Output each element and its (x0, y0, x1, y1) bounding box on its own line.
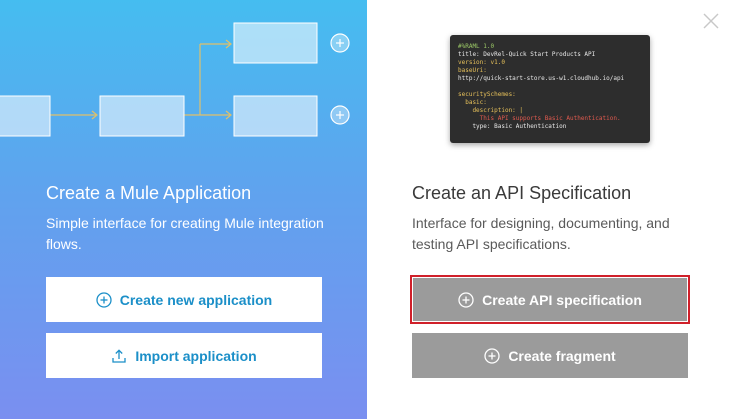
code-line: basic: (458, 99, 487, 106)
code-line: baseUri: (458, 67, 487, 74)
plus-circle-icon (484, 347, 500, 364)
upload-icon (111, 348, 127, 364)
flow-node (233, 22, 318, 64)
mule-panel-description: Simple interface for creating Mule integ… (46, 215, 324, 252)
api-panel-title: Create an API Specification (412, 183, 632, 203)
code-line: version: v1.0 (458, 59, 505, 66)
create-fragment-label: Create fragment (508, 347, 616, 364)
api-panel-description: Interface for designing, documenting, an… (412, 215, 670, 252)
flow-diagram-illustration (0, 22, 350, 137)
create-fragment-button[interactable]: Create fragment (412, 333, 688, 378)
plus-circle-icon (96, 291, 112, 308)
import-application-label: Import application (135, 347, 257, 364)
flow-node (99, 95, 185, 137)
create-new-application-label: Create new application (119, 291, 273, 308)
import-application-button[interactable]: Import application (46, 333, 322, 378)
create-api-specification-label: Create API specification (482, 291, 642, 308)
mule-panel-title: Create a Mule Application (46, 183, 252, 203)
flow-node (233, 95, 318, 137)
code-line: title: DevRel-Quick Start Products API (458, 51, 596, 58)
code-line: description: | (458, 107, 524, 114)
close-icon[interactable] (702, 12, 720, 30)
plus-circle-icon (458, 291, 474, 308)
code-line: #%RAML 1.0 (458, 43, 495, 50)
raml-code-preview: #%RAML 1.0 title: DevRel-Quick Start Prod… (450, 35, 650, 143)
api-specification-panel: #%RAML 1.0 title: DevRel-Quick Start Prod… (367, 0, 730, 419)
code-line: securitySchemes: (458, 91, 516, 98)
mule-application-panel: Create a Mule Application Simple interfa… (0, 0, 367, 419)
add-node-icon (330, 33, 350, 53)
code-line: http://quick-start-store.us-w1.cloudhub.… (458, 75, 625, 82)
create-api-specification-button[interactable]: Create API specification (410, 275, 690, 324)
flow-node (0, 95, 51, 137)
code-line: type: Basic Authentication (458, 123, 567, 130)
add-node-icon (330, 105, 350, 125)
code-line: This API supports Basic Authentication. (458, 115, 621, 122)
create-new-application-button[interactable]: Create new application (46, 277, 322, 322)
